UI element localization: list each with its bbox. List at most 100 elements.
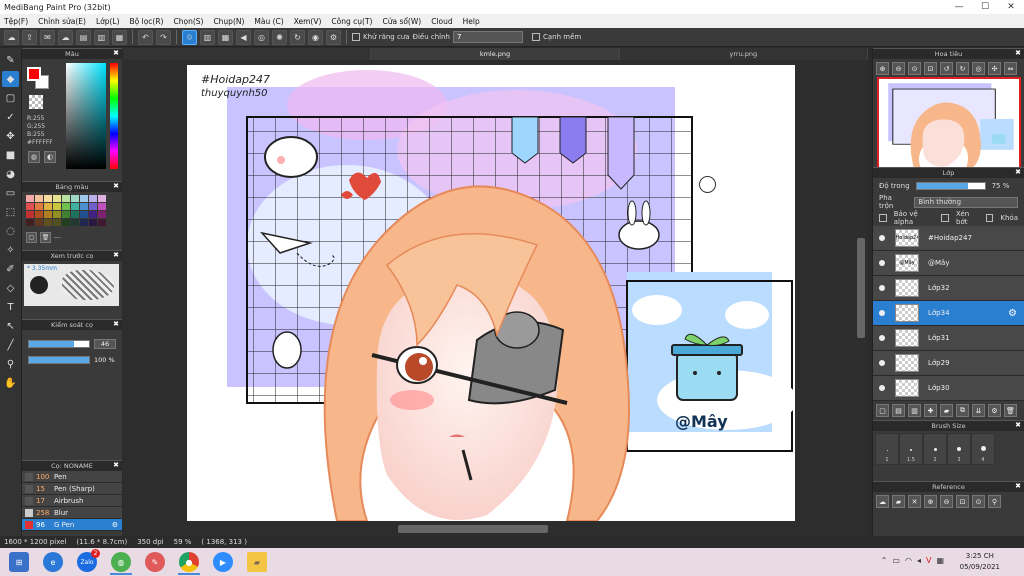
palette-swatch[interactable]	[44, 203, 52, 210]
close-button[interactable]: ✕	[998, 0, 1024, 14]
brush-size-preset[interactable]: 3	[947, 433, 971, 465]
move-tool-icon[interactable]: ✥	[2, 128, 19, 144]
ruler-concentric-icon[interactable]: ◎	[254, 29, 269, 45]
ruler-curve-icon[interactable]: ↻	[290, 29, 305, 45]
palette-swatch[interactable]	[98, 219, 106, 226]
taskbar-zalo[interactable]: Zalo 2	[72, 549, 102, 575]
foreground-color-swatch[interactable]	[27, 67, 41, 81]
cloud-save-icon[interactable]: ☁	[58, 29, 73, 45]
palette-swatch[interactable]	[35, 195, 43, 202]
new-palette-icon[interactable]: ▢	[26, 232, 37, 243]
close-icon[interactable]: ✖	[1015, 482, 1021, 490]
taskbar-clock[interactable]: 3:25 CH 05/09/2021	[960, 551, 1000, 573]
palette-swatch[interactable]	[35, 203, 43, 210]
correction-select[interactable]: 7	[453, 31, 523, 43]
ruler-off-icon[interactable]: ⦸	[182, 29, 197, 45]
rotate-left-icon[interactable]: ↺	[940, 62, 953, 75]
zoom-in-icon[interactable]: ⊕	[876, 62, 889, 75]
close-icon[interactable]: ✖	[113, 320, 119, 328]
operation-tool-icon[interactable]: ↖	[2, 318, 19, 334]
new-layer-1bit-icon[interactable]: ▥	[908, 404, 921, 417]
palette-swatch[interactable]	[62, 211, 70, 218]
maximize-button[interactable]: ☐	[972, 0, 998, 14]
reference-actual-icon[interactable]: ⊙	[972, 495, 985, 508]
menu-color[interactable]: Màu (C)	[254, 17, 283, 26]
palette-swatch[interactable]	[80, 219, 88, 226]
language-icon[interactable]: ▦	[936, 556, 944, 565]
palette-swatch[interactable]	[71, 195, 79, 202]
close-icon[interactable]: ✖	[1015, 49, 1021, 57]
visibility-eye-icon[interactable]	[879, 335, 885, 341]
layer-row[interactable]: Lớp31	[873, 326, 1024, 351]
duplicate-layer-icon[interactable]: ⧉	[956, 404, 969, 417]
actual-size-icon[interactable]: ⊡	[924, 62, 937, 75]
fit-window-icon[interactable]: ✣	[988, 62, 1001, 75]
palette-swatch[interactable]	[26, 219, 34, 226]
hand-tool-icon[interactable]: ✋	[2, 375, 19, 391]
clipping-checkbox[interactable]	[941, 214, 949, 222]
lock-checkbox[interactable]	[985, 214, 994, 222]
rotate-right-icon[interactable]: ↻	[956, 62, 969, 75]
layer-settings-icon[interactable]: ⚙	[988, 404, 1001, 417]
close-icon[interactable]: ✖	[1015, 168, 1021, 176]
save-file-icon[interactable]: ▦	[112, 29, 127, 45]
palette-swatch[interactable]	[53, 195, 61, 202]
menu-window[interactable]: Cửa sổ(W)	[382, 17, 421, 26]
navigator-thumbnail[interactable]	[877, 77, 1021, 169]
new-file-icon[interactable]: ▤	[76, 29, 91, 45]
brush-item[interactable]: 96 G Pen ⚙	[22, 519, 122, 531]
taskbar-medibang[interactable]: ✎	[140, 549, 170, 575]
antialias-checkbox[interactable]	[352, 33, 360, 41]
brush-item[interactable]: 15 Pen (Sharp)	[22, 483, 122, 495]
palette-swatch[interactable]	[53, 203, 61, 210]
visibility-eye-icon[interactable]	[879, 360, 885, 366]
menu-tools[interactable]: Công cụ(T)	[331, 17, 372, 26]
visibility-eye-icon[interactable]	[879, 310, 885, 316]
open-file-icon[interactable]: ▥	[94, 29, 109, 45]
minimize-button[interactable]: —	[946, 0, 972, 14]
vivaldi-icon[interactable]: V	[926, 556, 931, 565]
blend-mode-select[interactable]: Bình thường	[914, 196, 1018, 208]
palette-swatch[interactable]	[98, 211, 106, 218]
divide-tool-icon[interactable]: ╱	[2, 337, 19, 353]
antialias-toggle[interactable]: Khử răng cưa	[352, 33, 410, 41]
menu-cloud[interactable]: Cloud	[431, 17, 452, 26]
brush-opacity-slider[interactable]	[28, 356, 90, 364]
palette-swatch[interactable]	[89, 195, 97, 202]
palette-swatch[interactable]	[26, 195, 34, 202]
color-wheel-icon[interactable]: ◍	[28, 151, 40, 163]
soft-edge-checkbox[interactable]	[532, 33, 540, 41]
saturation-value-picker[interactable]	[66, 63, 106, 169]
menu-view[interactable]: Xem(V)	[294, 17, 322, 26]
tray-expand-icon[interactable]: ⌃	[881, 556, 888, 565]
eraser-tool-icon[interactable]: ◆	[2, 71, 19, 87]
new-layer-8bit-icon[interactable]: ▤	[892, 404, 905, 417]
gear-icon[interactable]: ⚙	[112, 521, 118, 529]
battery-icon[interactable]: ▭	[892, 556, 900, 565]
visibility-eye-icon[interactable]	[879, 260, 885, 266]
reset-rotation-icon[interactable]: ◎	[972, 62, 985, 75]
palette-swatch[interactable]	[71, 203, 79, 210]
palette-swatch[interactable]	[53, 219, 61, 226]
brush-size-preset[interactable]: 1	[875, 433, 899, 465]
reference-zoom-in-icon[interactable]: ⊕	[924, 495, 937, 508]
gear-icon[interactable]: ⚙	[1008, 308, 1017, 319]
select-eraser-tool-icon[interactable]: ◇	[2, 280, 19, 296]
palette-swatch[interactable]	[62, 195, 70, 202]
palette-swatch[interactable]	[26, 211, 34, 218]
reference-cloud-icon[interactable]: ☁	[876, 495, 889, 508]
taskbar-coccoc[interactable]: ◍	[106, 549, 136, 575]
reference-eyedropper-icon[interactable]: ⚲	[988, 495, 1001, 508]
bucket-tool-icon[interactable]: ◕	[2, 166, 19, 182]
palette-swatch[interactable]	[35, 211, 43, 218]
palette-swatch[interactable]	[98, 195, 106, 202]
visibility-eye-icon[interactable]	[879, 385, 885, 391]
menu-capture[interactable]: Chụp(N)	[213, 17, 244, 26]
taskbar-file-explorer[interactable]: ▰	[242, 549, 272, 575]
visibility-eye-icon[interactable]	[879, 285, 885, 291]
palette-swatch[interactable]	[62, 219, 70, 226]
cloud-icon[interactable]: ☁	[4, 29, 19, 45]
delete-layer-icon[interactable]: 🗑	[1004, 404, 1017, 417]
brush-size-preset[interactable]: 2	[923, 433, 947, 465]
close-icon[interactable]: ✖	[113, 251, 119, 259]
